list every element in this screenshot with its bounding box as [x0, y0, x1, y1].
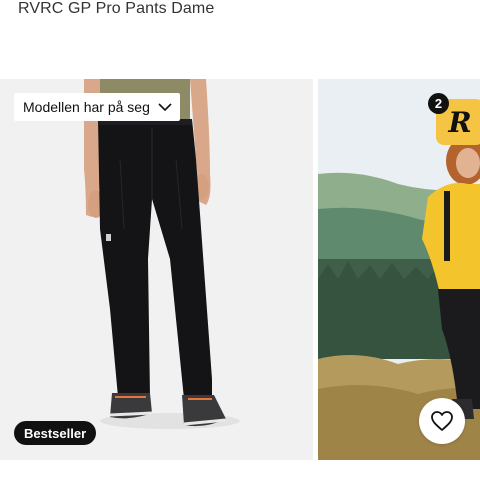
wishlist-button[interactable] — [419, 398, 465, 444]
model-size-dropdown[interactable]: Modellen har på seg — [14, 93, 180, 121]
model-size-label: Modellen har på seg — [23, 99, 150, 115]
image-count-badge: 2 — [428, 93, 449, 114]
bestseller-badge: Bestseller — [14, 421, 97, 445]
product-image-1[interactable]: Modellen har på seg Bestseller — [0, 79, 313, 460]
product-image-2[interactable]: 2 R — [318, 79, 480, 460]
heart-icon — [430, 410, 454, 432]
image-carousel[interactable]: Modellen har på seg Bestseller 2 R — [0, 79, 480, 460]
product-title: RVRC GP Pro Pants Dame — [18, 0, 215, 17]
chevron-down-icon — [158, 102, 172, 112]
pants-photo — [84, 79, 240, 429]
